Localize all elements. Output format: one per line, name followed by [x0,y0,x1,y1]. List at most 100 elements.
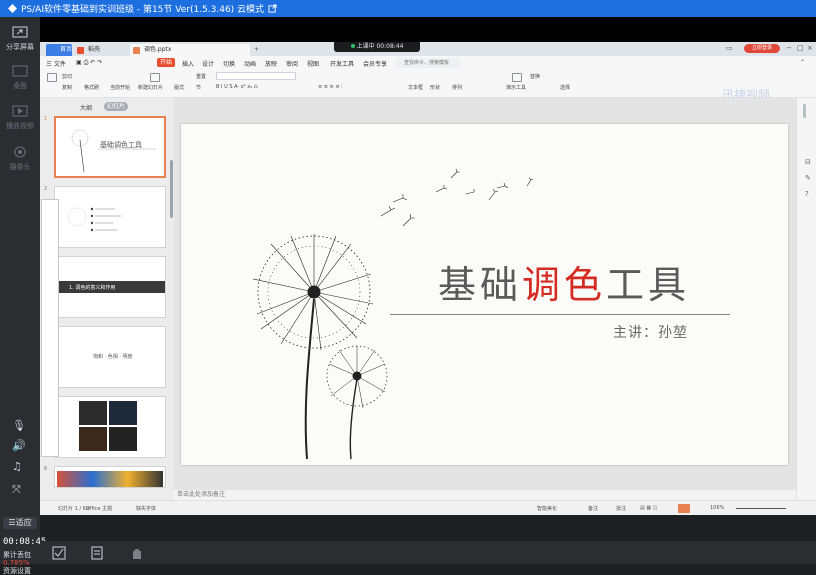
slide-title[interactable]: 基础调色工具 [438,254,690,309]
select-button[interactable]: 选择 [560,84,570,91]
tab-outline[interactable]: 大纲 [80,103,92,112]
arrange-button[interactable]: 排列 [452,84,462,91]
notes-toggle[interactable]: 备注 [588,505,598,512]
textbox-button[interactable]: 文本框 [408,84,423,91]
ribbon-toolbar: 剪切 复制 格式刷 当前开始 新建幻灯片 版式 节 重置 B I U S A· … [40,70,816,102]
missing-font-button[interactable]: 缺失字体 [136,505,156,512]
command-search-input[interactable]: 查找命令、搜索模板 [394,58,462,68]
section-button[interactable]: 节 [196,84,201,91]
reset-button[interactable]: 重置 [196,73,206,80]
format-painter-button[interactable]: 格式刷 [84,84,99,91]
slide-thumbnail-1[interactable]: 基础调色工具 [54,116,166,178]
left-rail: 分享屏幕 桌面 播放视频 摄像头 🎙 🔊 ♫ ⤧ ☰适应 00:08:45 累计… [0,17,46,575]
share-screen-button[interactable]: 分享屏幕 [0,26,40,52]
play-slideshow-button[interactable] [678,504,690,513]
tab-docer[interactable]: 稻壳 [74,44,116,56]
panel-scrollbar[interactable] [170,160,173,218]
thumb-subtitle: 饱和 · 色相 · 明度 [93,354,133,360]
play-video-icon [12,105,28,117]
slide-number: 2 [44,186,48,192]
menu-review[interactable]: 审阅 [286,59,298,68]
speaker-icon[interactable]: 🔊 [12,439,26,452]
menu-developer[interactable]: 开发工具 [330,59,354,68]
menu-design[interactable]: 设计 [202,59,214,68]
slide-thumbnail-2[interactable] [54,186,166,248]
menu-home[interactable]: 开始 [157,58,176,67]
menu-slideshow[interactable]: 放映 [265,59,277,68]
app-logo-icon [8,4,17,13]
close-icon[interactable]: × [807,44,813,52]
minimize-icon[interactable]: − [786,44,792,52]
music-icon[interactable]: ♫ [12,460,22,473]
slide-thumbnail-5[interactable] [54,396,166,458]
text-format-icons[interactable]: B I U S A· x² x₂ ⎌ [216,84,258,90]
document-icon[interactable] [90,546,104,560]
tab-home[interactable]: 首页 [46,44,72,56]
shape-button[interactable]: 形状 [430,84,440,91]
menu-animation[interactable]: 动画 [244,59,256,68]
slide-number: 6 [44,466,48,472]
thumb-photo [79,401,107,425]
replace-button[interactable]: 替换 [530,73,540,80]
help-icon[interactable]: ? [805,190,809,198]
canvas-scrollbar[interactable] [803,104,806,118]
recording-indicator: 上课中 00:08:44 [334,42,420,52]
video-letterbox [0,17,816,42]
menu-view[interactable]: 视图 [307,59,319,68]
presentation-tools-icon[interactable] [512,73,522,82]
fullscreen-icon[interactable]: ⤧ [12,483,21,497]
new-tab-button[interactable]: + [240,44,259,56]
thumb-photo-strip [57,471,163,487]
right-task-pane: ⊟ ✎ ? [796,98,816,500]
slide-thumbnail-panel: 大纲 幻灯片 1 基础调色工具 2 3 1. 调色的意义和作用 [40,98,174,500]
slide-speaker[interactable]: 主讲：孙堃 [613,322,688,342]
slide-thumbnail-4[interactable]: 饱和 · 色相 · 明度 [54,326,166,388]
current-slide[interactable]: 基础调色工具 主讲：孙堃 [181,124,788,465]
comments-toggle[interactable]: 批注 [616,505,626,512]
quick-access-icons[interactable]: ▣ ⎙ ↶ ↷ [76,59,102,67]
layout-button[interactable]: 版式 [174,84,184,91]
hand-raise-icon[interactable] [130,546,144,560]
notes-field[interactable]: 单击此处添加备注 [174,490,796,500]
new-slide-icon[interactable] [150,73,160,82]
checkbox-icon[interactable] [52,546,66,560]
cut-button[interactable]: 剪切 [62,73,72,80]
slide-thumbnail-6[interactable] [54,466,166,488]
smart-beautify-button[interactable]: 智能美化 [537,505,557,512]
copy-button[interactable]: 复制 [62,84,72,91]
collapse-ribbon-icon[interactable]: ⌃ [800,59,805,66]
external-link-icon[interactable] [268,4,277,13]
menu-insert[interactable]: 插入 [182,59,194,68]
slide-editor-canvas: 基础调色工具 主讲：孙堃 [174,98,796,490]
slide-count: 幻灯片 1 / 69 [58,506,89,512]
microphone-icon[interactable]: 🎙 [12,419,26,432]
menu-transition[interactable]: 切换 [223,59,235,68]
presentation-tools-button[interactable]: 演示工具 [506,84,526,91]
tab-document[interactable]: 调色.pptx [130,44,250,56]
tab-slides[interactable]: 幻灯片 [104,102,128,111]
login-button[interactable]: 立即登录 [744,44,780,53]
layout-icon[interactable]: ▭ [726,44,733,52]
play-from-current-button[interactable]: 当前开始 [110,84,130,91]
new-slide-button[interactable]: 新建幻灯片 [138,84,163,91]
camera-button[interactable]: 摄像头 [0,146,40,172]
share-screen-icon [12,26,28,38]
property-icon[interactable]: ⊟ [805,158,811,166]
animation-icon[interactable]: ✎ [805,174,811,182]
desktop-button[interactable]: 桌面 [0,65,40,91]
menu-vip[interactable]: 会员专享 [363,59,387,68]
camera-icon [14,146,26,158]
zoom-slider[interactable] [736,508,786,509]
slide-thumbnail-3[interactable]: 1. 调色的意义和作用 [54,256,166,318]
font-selector[interactable] [216,72,296,80]
paragraph-icons[interactable]: ≡ ≡ ≡ ≡ ⫶ [318,84,342,90]
maximize-icon[interactable]: □ [797,44,804,52]
menu-bar: 三 文件 ▣ ⎙ ↶ ↷ 开始 插入 设计 切换 动画 放映 审阅 视图 开发工… [40,56,816,70]
view-mode-icons[interactable]: ▤ ▦ ◫ [640,505,657,511]
menu-file[interactable]: 三 文件 [46,59,66,68]
paste-icon[interactable] [47,73,57,82]
adapt-button[interactable]: ☰适应 [3,517,37,529]
bottom-toolbar [40,541,816,564]
camera-label: 摄像头 [9,163,31,171]
play-video-button[interactable]: 播放视频 [0,105,40,131]
